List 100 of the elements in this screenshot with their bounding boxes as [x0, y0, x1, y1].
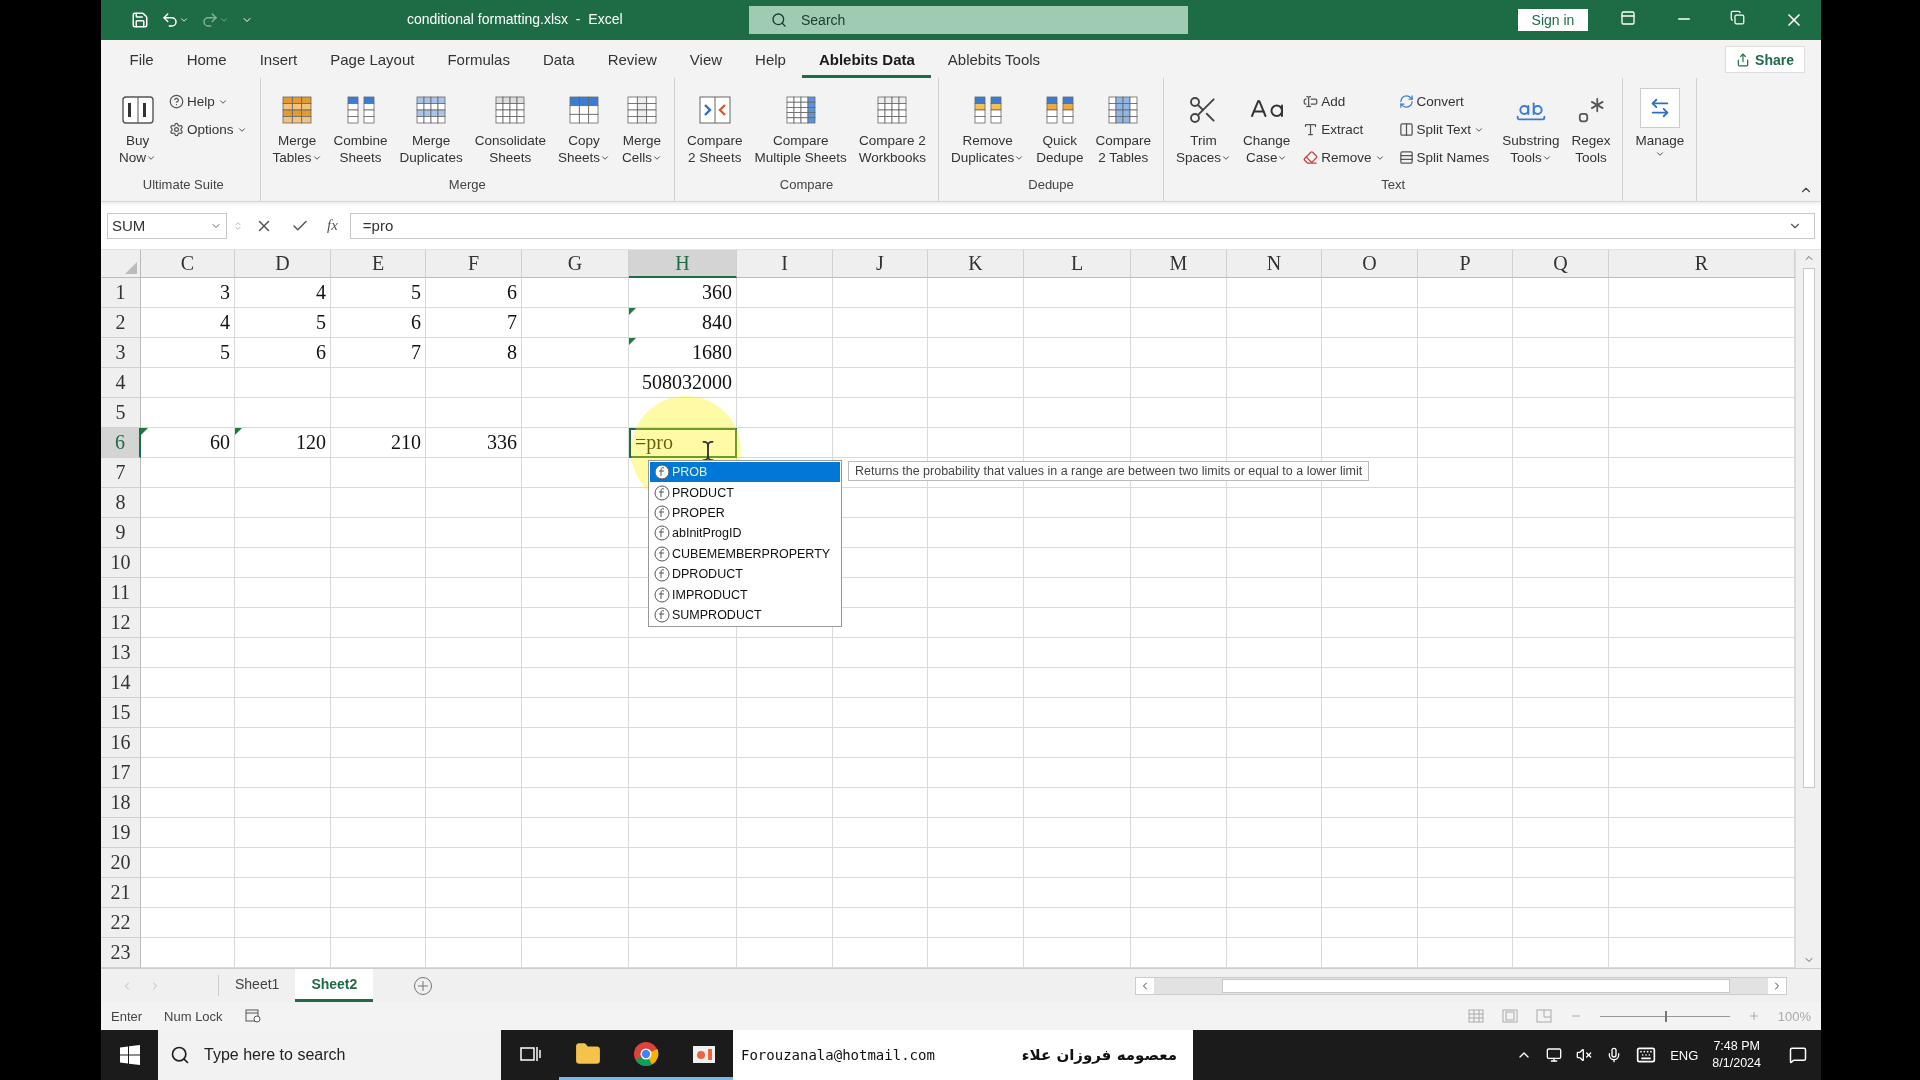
ribbon-button[interactable]: Split Names: [1396, 144, 1492, 171]
ribbon-button[interactable]: Remove: [1301, 144, 1387, 171]
ribbon-button[interactable]: Buy Now: [114, 86, 161, 168]
row-header[interactable]: 6: [101, 428, 141, 458]
menu-tab[interactable]: Data: [526, 40, 592, 78]
column-header[interactable]: J: [833, 250, 928, 278]
insert-function-button[interactable]: fx: [321, 217, 344, 234]
row-header[interactable]: 19: [101, 818, 141, 848]
language-indicator[interactable]: ENG: [1670, 1047, 1699, 1063]
row-header[interactable]: 21: [101, 878, 141, 908]
column-header[interactable]: R: [1609, 250, 1795, 278]
row-header[interactable]: 17: [101, 758, 141, 788]
restore-icon[interactable]: [1728, 8, 1747, 27]
ribbon-button[interactable]: Trim Spaces: [1170, 86, 1236, 168]
menu-tab[interactable]: Review: [591, 40, 674, 78]
menu-tab[interactable]: Help: [738, 40, 803, 78]
ribbon-button[interactable]: Consolidate Sheets: [469, 86, 551, 168]
row-header[interactable]: 12: [101, 608, 141, 638]
horizontal-scrollbar[interactable]: [1135, 976, 1787, 995]
row-header[interactable]: 1: [101, 278, 141, 308]
menu-tab[interactable]: View: [673, 40, 739, 78]
resize-handle-icon[interactable]: [233, 220, 243, 231]
row-header[interactable]: 10: [101, 548, 141, 578]
ribbon-button[interactable]: Add: [1301, 88, 1387, 115]
menu-tab[interactable]: Insert: [243, 40, 314, 78]
column-header[interactable]: M: [1131, 250, 1227, 278]
ribbon-button[interactable]: Quick Dedupe: [1031, 86, 1089, 168]
row-header[interactable]: 2: [101, 308, 141, 338]
column-header[interactable]: P: [1418, 250, 1513, 278]
ribbon-button[interactable]: Compare 2 Workbooks: [853, 86, 932, 168]
column-header[interactable]: D: [235, 250, 331, 278]
ribbon-button[interactable]: Merge Duplicates: [394, 86, 468, 168]
ribbon-button[interactable]: Extract: [1301, 116, 1387, 143]
search-field[interactable]: Search: [749, 6, 1188, 34]
keyboard-icon[interactable]: [1636, 1045, 1657, 1065]
row-header[interactable]: 18: [101, 788, 141, 818]
column-header[interactable]: L: [1024, 250, 1131, 278]
column-header[interactable]: F: [426, 250, 522, 278]
column-header[interactable]: Q: [1513, 250, 1609, 278]
ribbon-button[interactable]: Merge Cells: [616, 86, 667, 168]
ribbon-button[interactable]: Compare 2 Sheets: [682, 86, 748, 168]
row-header[interactable]: 5: [101, 398, 141, 428]
notifications-icon[interactable]: [1789, 1046, 1807, 1064]
row-header[interactable]: 20: [101, 848, 141, 878]
sign-in-button[interactable]: Sign in: [1518, 9, 1588, 31]
share-button[interactable]: Share: [1725, 46, 1805, 73]
ribbon-button[interactable]: Compare 2 Tables: [1090, 86, 1156, 168]
column-header[interactable]: I: [737, 250, 833, 278]
row-header[interactable]: 16: [101, 728, 141, 758]
macro-record-icon[interactable]: [244, 1009, 261, 1023]
row-header[interactable]: 4: [101, 368, 141, 398]
active-cell[interactable]: =pro: [629, 428, 737, 458]
column-header[interactable]: N: [1227, 250, 1322, 278]
row-header[interactable]: 11: [101, 578, 141, 608]
sheet-tab[interactable]: Sheet1: [219, 969, 296, 1002]
menu-tab[interactable]: Home: [170, 40, 244, 78]
column-header[interactable]: K: [928, 250, 1024, 278]
name-box[interactable]: SUM: [107, 212, 227, 239]
vertical-scrollbar[interactable]: [1795, 250, 1821, 968]
volume-muted-icon[interactable]: [1576, 1047, 1593, 1063]
row-header[interactable]: 23: [101, 938, 141, 968]
ribbon-button[interactable]: Remove Duplicates: [946, 86, 1030, 168]
ribbon-button[interactable]: Combine Sheets: [328, 86, 393, 168]
ribbon-button[interactable]: Options: [167, 116, 249, 143]
row-header[interactable]: 22: [101, 908, 141, 938]
formula-field[interactable]: =pro: [349, 212, 1815, 239]
taskbar-search-field[interactable]: Type here to search: [158, 1030, 501, 1080]
ribbon-button[interactable]: Manage: [1630, 86, 1690, 161]
column-header[interactable]: C: [141, 250, 235, 278]
ribbon-button[interactable]: Help: [167, 88, 249, 115]
menu-tab[interactable]: File: [113, 40, 171, 78]
ribbon-button[interactable]: Convert: [1396, 88, 1492, 115]
ribbon-button[interactable]: Change Case: [1238, 86, 1296, 168]
ribbon-button[interactable]: Merge Tables: [267, 86, 327, 168]
column-header[interactable]: E: [331, 250, 426, 278]
clock[interactable]: 7:48 PM 8/1/2024: [1712, 1038, 1761, 1072]
column-header[interactable]: G: [522, 250, 629, 278]
ribbon-button[interactable]: Copy Sheets: [552, 86, 615, 168]
ribbon-button[interactable]: Split Text: [1396, 116, 1492, 143]
row-header[interactable]: 8: [101, 488, 141, 518]
column-header[interactable]: O: [1322, 250, 1418, 278]
eraser-icon: [1303, 150, 1319, 165]
row-header[interactable]: 7: [101, 458, 141, 488]
menu-tab[interactable]: Ablebits Tools: [931, 40, 1057, 78]
table-cell: 840: [629, 308, 737, 338]
row-header[interactable]: 15: [101, 698, 141, 728]
column-header[interactable]: H: [629, 250, 737, 278]
row-header[interactable]: 13: [101, 638, 141, 668]
row-header[interactable]: 9: [101, 518, 141, 548]
ribbon-display-icon[interactable]: [1618, 8, 1638, 28]
network-icon[interactable]: [1546, 1047, 1563, 1063]
row-header[interactable]: 3: [101, 338, 141, 368]
menu-tab[interactable]: Page Layout: [313, 40, 431, 78]
autocomplete-item[interactable]: PROB: [650, 462, 840, 483]
menu-tab[interactable]: Formulas: [430, 40, 527, 78]
ribbon-button[interactable]: Regex Tools: [1566, 86, 1616, 168]
row-header[interactable]: 14: [101, 668, 141, 698]
ribbon-button[interactable]: Compare Multiple Sheets: [749, 86, 852, 168]
ribbon-button[interactable]: Substring Tools: [1497, 86, 1565, 168]
sheet-tab[interactable]: Sheet2: [295, 969, 374, 1002]
